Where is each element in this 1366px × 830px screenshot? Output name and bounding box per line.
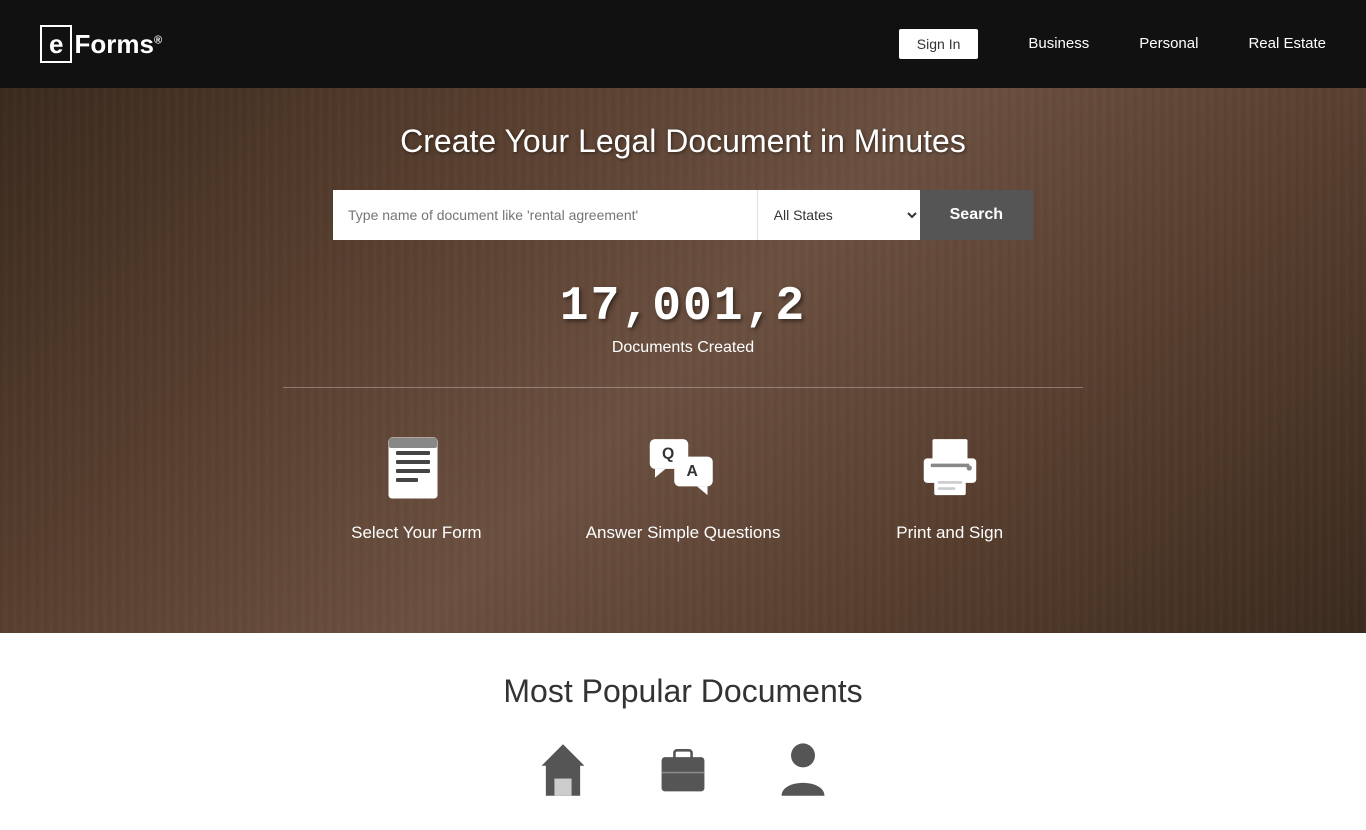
svg-text:A: A — [687, 463, 698, 480]
nav-personal[interactable]: Personal — [1139, 35, 1198, 52]
step-select-form-label: Select Your Form — [351, 523, 481, 543]
qa-icon: Q A — [643, 428, 723, 508]
logo-e-letter: e — [49, 31, 63, 57]
hero-title: Create Your Legal Document in Minutes — [400, 123, 966, 160]
main-nav: Business Personal Real Estate — [1028, 35, 1326, 53]
documents-counter: 17,001,2 — [560, 280, 806, 334]
step-print-sign: Print and Sign — [816, 418, 1083, 553]
logo[interactable]: e Forms® — [40, 25, 162, 63]
logo-box: e — [40, 25, 72, 63]
document-search-input[interactable] — [333, 190, 757, 240]
popular-title: Most Popular Documents — [40, 673, 1326, 710]
nav-real-estate[interactable]: Real Estate — [1248, 35, 1326, 52]
popular-section: Most Popular Documents — [0, 633, 1366, 830]
hero-section: Create Your Legal Document in Minutes Al… — [0, 88, 1366, 633]
steps-section: Select Your Form Q A Answer — [283, 418, 1083, 553]
logo-reg: ® — [154, 34, 162, 46]
step-answer-questions: Q A Answer Simple Questions — [550, 418, 817, 553]
documents-label: Documents Created — [560, 339, 806, 357]
print-icon — [910, 428, 990, 508]
logo-text: Forms® — [74, 29, 162, 60]
search-bar: All States Alabama Alaska Arizona Arkans… — [333, 190, 1033, 240]
header-right: Sign In Business Personal Real Estate — [899, 29, 1326, 59]
state-select[interactable]: All States Alabama Alaska Arizona Arkans… — [757, 190, 920, 240]
counter-section: 17,001,2 Documents Created — [560, 280, 806, 357]
sign-in-button[interactable]: Sign In — [899, 29, 979, 59]
svg-text:Q: Q — [662, 445, 674, 462]
search-button[interactable]: Search — [920, 190, 1033, 240]
popular-doc-3[interactable] — [773, 740, 833, 810]
form-icon — [376, 428, 456, 508]
briefcase-icon — [653, 740, 713, 800]
step-print-sign-label: Print and Sign — [896, 523, 1003, 543]
person-icon — [773, 740, 833, 800]
popular-doc-1[interactable] — [533, 740, 593, 810]
hero-content: Create Your Legal Document in Minutes Al… — [0, 88, 1366, 553]
house-icon — [533, 740, 593, 800]
logo-forms-text: Forms — [74, 29, 153, 59]
step-answer-questions-label: Answer Simple Questions — [586, 523, 781, 543]
nav-business[interactable]: Business — [1028, 35, 1089, 52]
step-select-form: Select Your Form — [283, 418, 550, 553]
popular-docs-list — [40, 740, 1326, 810]
hero-divider — [283, 387, 1083, 388]
header: e Forms® Sign In Business Personal Real … — [0, 0, 1366, 88]
popular-doc-2[interactable] — [653, 740, 713, 810]
